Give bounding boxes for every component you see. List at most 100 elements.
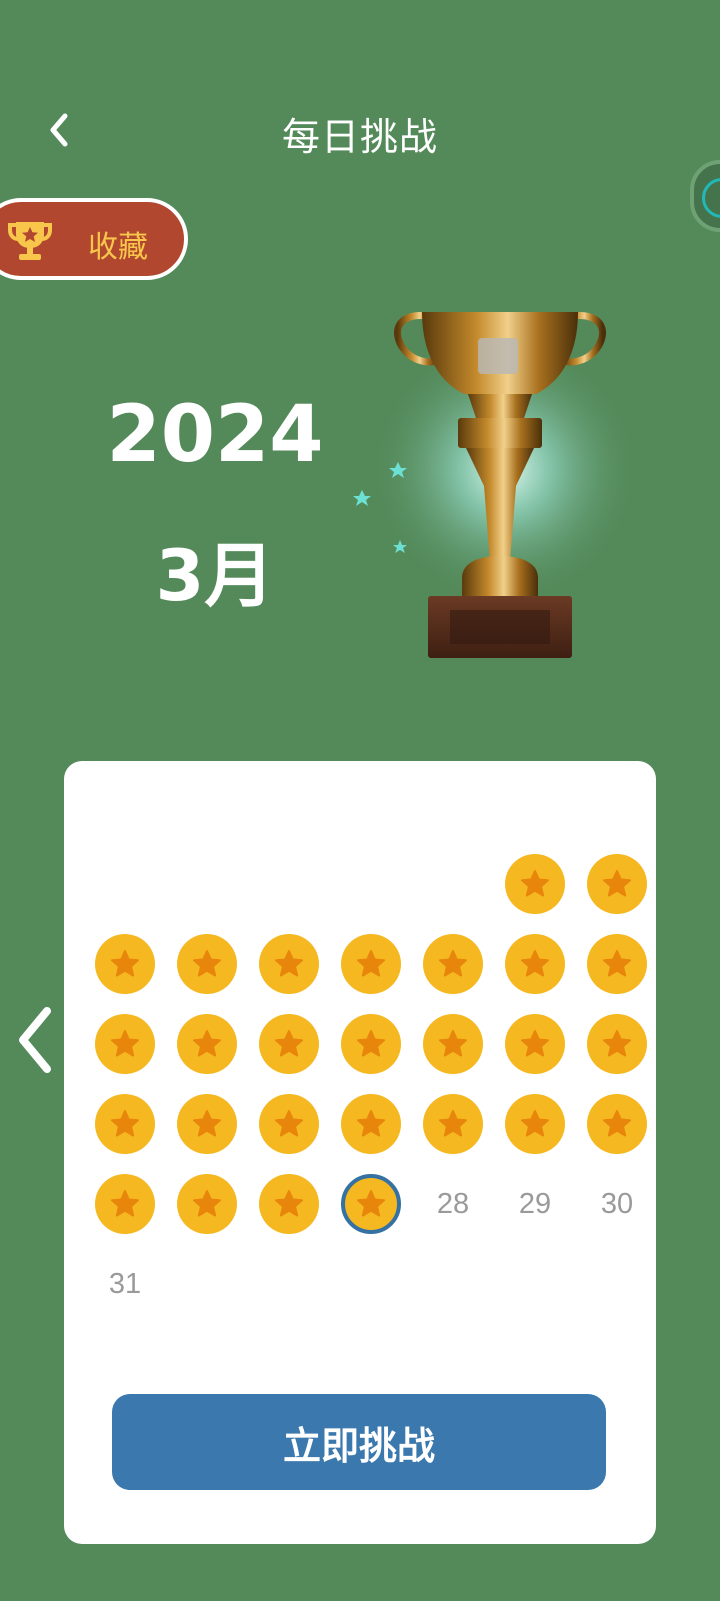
star-coin: [341, 1094, 401, 1154]
star-icon: [193, 1190, 221, 1217]
star-icon: [439, 1110, 467, 1137]
calendar-day-15[interactable]: [494, 1004, 576, 1084]
calendar-day-2[interactable]: [576, 844, 658, 924]
star-icon: [193, 1110, 221, 1137]
star-coin: [95, 1174, 155, 1234]
calendar-day-25[interactable]: [166, 1164, 248, 1244]
star-icon: [603, 1110, 631, 1137]
star-coin: [259, 1094, 319, 1154]
calendar-day-14[interactable]: [412, 1004, 494, 1084]
star-icon: [275, 1190, 303, 1217]
collect-button[interactable]: 收藏: [0, 198, 188, 280]
calendar-day-26[interactable]: [248, 1164, 330, 1244]
star-coin: [95, 1094, 155, 1154]
calendar-blank-cell: [412, 844, 494, 924]
calendar-day-4[interactable]: [166, 924, 248, 1004]
day-number: 31: [108, 1267, 142, 1300]
calendar-blank-cell: [84, 844, 166, 924]
star-icon: [357, 1030, 385, 1057]
calendar-grid: 28 29 30 31: [84, 844, 647, 1324]
star-coin: [505, 1094, 565, 1154]
star-coin: [177, 934, 237, 994]
star-icon: [603, 870, 631, 897]
ring-icon: [702, 178, 720, 218]
star-coin: [423, 1094, 483, 1154]
star-icon: [275, 1030, 303, 1057]
calendar-day-27[interactable]: [330, 1164, 412, 1244]
calendar-card: 28 29 30 31 立即挑战: [64, 761, 656, 1544]
star-coin: [587, 1094, 647, 1154]
calendar-blank-cell: [330, 844, 412, 924]
floating-edge-widget[interactable]: [690, 160, 720, 232]
star-coin: [587, 934, 647, 994]
calendar-day-3[interactable]: [84, 924, 166, 1004]
day-number: 30: [600, 1187, 634, 1220]
year-label: 2024: [106, 390, 324, 480]
calendar-day-31[interactable]: 31: [84, 1244, 166, 1324]
calendar-day-23[interactable]: [576, 1084, 658, 1164]
star-icon: [521, 870, 549, 897]
calendar-day-13[interactable]: [330, 1004, 412, 1084]
calendar-day-5[interactable]: [248, 924, 330, 1004]
calendar-day-7[interactable]: [412, 924, 494, 1004]
star-coin: [341, 934, 401, 994]
calendar-blank-cell: [248, 844, 330, 924]
star-coin: [505, 854, 565, 914]
challenge-now-button[interactable]: 立即挑战: [112, 1394, 606, 1490]
calendar-day-29[interactable]: 29: [494, 1164, 576, 1244]
calendar-day-22[interactable]: [494, 1084, 576, 1164]
calendar-day-1[interactable]: [494, 844, 576, 924]
calendar-day-6[interactable]: [330, 924, 412, 1004]
today-star-coin: [341, 1174, 401, 1234]
star-icon: [111, 950, 139, 977]
star-coin: [587, 1014, 647, 1074]
calendar-day-20[interactable]: [330, 1084, 412, 1164]
star-coin: [505, 934, 565, 994]
calendar-day-17[interactable]: [84, 1084, 166, 1164]
star-icon: [111, 1110, 139, 1137]
star-icon: [111, 1030, 139, 1057]
calendar-day-16[interactable]: [576, 1004, 658, 1084]
star-coin: [505, 1014, 565, 1074]
previous-month-button[interactable]: [10, 1000, 60, 1080]
star-icon: [603, 1030, 631, 1057]
day-number: 28: [436, 1187, 470, 1220]
calendar-day-12[interactable]: [248, 1004, 330, 1084]
star-coin: [423, 1014, 483, 1074]
star-coin: [423, 934, 483, 994]
star-coin: [95, 934, 155, 994]
calendar-day-10[interactable]: [84, 1004, 166, 1084]
star-icon: [111, 1190, 139, 1217]
calendar-day-24[interactable]: [84, 1164, 166, 1244]
star-coin: [259, 934, 319, 994]
month-label: 3月: [155, 535, 275, 617]
calendar-day-21[interactable]: [412, 1084, 494, 1164]
star-icon: [357, 1190, 385, 1217]
collect-label: 收藏: [88, 230, 148, 265]
star-icon: [521, 1030, 549, 1057]
star-icon: [439, 950, 467, 977]
star-coin: [177, 1174, 237, 1234]
calendar-day-28[interactable]: 28: [412, 1164, 494, 1244]
star-icon: [193, 950, 221, 977]
star-icon: [439, 1030, 467, 1057]
star-icon: [275, 1110, 303, 1137]
star-icon: [357, 1110, 385, 1137]
star-icon: [357, 950, 385, 977]
calendar-day-8[interactable]: [494, 924, 576, 1004]
star-coin: [177, 1014, 237, 1074]
day-number: 29: [518, 1187, 552, 1220]
calendar-day-11[interactable]: [166, 1004, 248, 1084]
star-coin: [259, 1174, 319, 1234]
calendar-day-18[interactable]: [166, 1084, 248, 1164]
calendar-blank-cell: [166, 844, 248, 924]
calendar-day-9[interactable]: [576, 924, 658, 1004]
star-icon: [193, 1030, 221, 1057]
calendar-day-30[interactable]: 30: [576, 1164, 658, 1244]
star-icon: [603, 950, 631, 977]
calendar-day-19[interactable]: [248, 1084, 330, 1164]
star-coin: [177, 1094, 237, 1154]
star-icon: [521, 1110, 549, 1137]
star-coin: [587, 854, 647, 914]
star-coin: [259, 1014, 319, 1074]
